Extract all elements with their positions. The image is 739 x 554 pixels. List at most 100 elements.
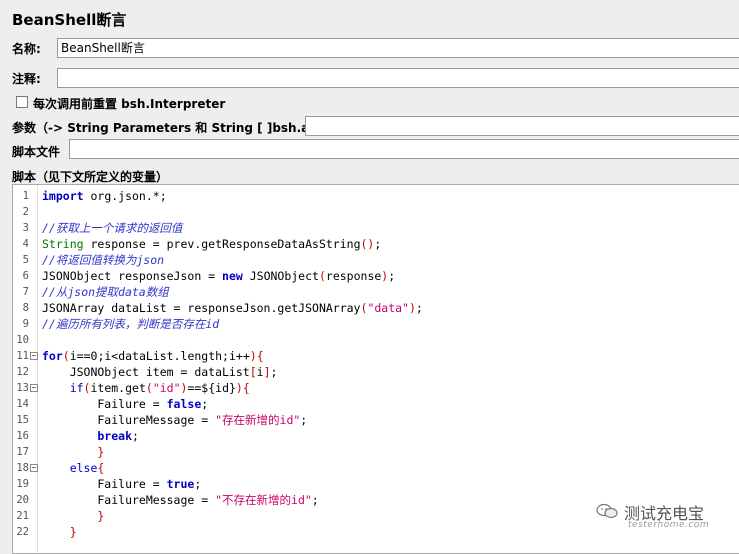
code-token: response [325, 269, 382, 283]
code-token: if [42, 381, 84, 395]
fold-toggle-icon[interactable]: − [30, 352, 38, 360]
code-token: ; [194, 477, 202, 491]
code-token: } [42, 509, 105, 523]
code-token: ; [374, 237, 382, 251]
code-token: FailureMessage = [42, 493, 216, 507]
code-line[interactable]: 10 [13, 332, 739, 348]
code-token: "存在新增的id" [215, 413, 301, 427]
code-text: for(i==0;i<dataList.length;i++){ [42, 348, 264, 364]
params-label: 参数（-> String Parameters 和 String [ ]bsh.… [12, 121, 337, 135]
line-number: 18 [16, 462, 29, 474]
code-token: ( [318, 269, 326, 283]
code-token: ] [263, 365, 271, 379]
code-token: { [242, 381, 250, 395]
line-number: 12 [16, 366, 29, 378]
script-file-input[interactable] [69, 139, 739, 159]
watermark-subtext: testerhome.com [628, 520, 710, 530]
code-line[interactable]: 17 } [13, 444, 739, 460]
code-line[interactable]: 5 //将返回值转换为json [13, 252, 739, 268]
code-line[interactable]: 16 break; [13, 428, 739, 444]
reset-interpreter-label: 每次调用前重置 bsh.Interpreter [33, 97, 226, 111]
code-line[interactable]: 1 import org.json.*; [13, 188, 739, 204]
code-text: FailureMessage = "不存在新增的id"; [42, 492, 319, 508]
code-token: Failure = [42, 477, 167, 491]
script-editor[interactable]: 1 import org.json.*; 2 3 //获取上一个请求的返回值 4 Strin… [12, 184, 739, 554]
code-text: //将返回值转换为json [42, 252, 164, 268]
code-token: [ [249, 365, 257, 379]
code-token: //将返回值转换为json [42, 253, 165, 267]
code-token: for [42, 349, 63, 363]
code-line[interactable]: 14 Failure = false; [13, 396, 739, 412]
code-token: new [222, 269, 243, 283]
code-token: //获取上一个请求的返回值 [42, 221, 183, 235]
line-number: 4 [22, 238, 29, 250]
reset-interpreter-checkbox[interactable] [16, 96, 28, 108]
code-token: ) [235, 381, 243, 395]
line-number: 15 [16, 414, 29, 426]
code-token: } [42, 445, 105, 459]
code-token: ; [300, 413, 308, 427]
code-line[interactable]: 15 FailureMessage = "存在新增的id"; [13, 412, 739, 428]
code-token: true [166, 477, 195, 491]
fold-toggle-icon[interactable]: − [30, 464, 38, 472]
code-token: i [256, 365, 264, 379]
line-number: 22 [16, 526, 29, 538]
code-token: Failure = [42, 397, 167, 411]
code-token: () [360, 237, 375, 251]
code-line[interactable]: 13− if(item.get("id")==${id}){ [13, 380, 739, 396]
code-text: import org.json.*; [42, 188, 167, 204]
code-token: ) [408, 301, 416, 315]
code-text: //遍历所有列表，判断是否存在id [42, 316, 219, 332]
code-line[interactable]: 7 //从json提取data数组 [13, 284, 739, 300]
comment-input[interactable] [57, 68, 739, 88]
code-token: false [166, 397, 202, 411]
code-token: JSONObject item = dataList [42, 365, 250, 379]
code-text: Failure = true; [42, 476, 201, 492]
line-number: 17 [16, 446, 29, 458]
code-line[interactable]: 11− for(i==0;i<dataList.length;i++){ [13, 348, 739, 364]
line-number: 16 [16, 430, 29, 442]
code-token: { [97, 461, 105, 475]
code-line[interactable]: 12 JSONObject item = dataList[i]; [13, 364, 739, 380]
code-token: org.json.*; [83, 189, 167, 203]
code-line[interactable]: 9 //遍历所有列表，判断是否存在id [13, 316, 739, 332]
wechat-icon [596, 503, 618, 519]
params-input[interactable] [305, 116, 739, 136]
page-title: BeanShell断言 [12, 11, 127, 29]
code-token: i== [69, 349, 91, 363]
line-number: 20 [16, 494, 29, 506]
code-line[interactable]: 2 [13, 204, 739, 220]
code-line[interactable]: 4 String response = prev.getResponseDataA… [13, 236, 739, 252]
code-text: } [42, 524, 77, 540]
line-number: 6 [22, 270, 29, 282]
code-line[interactable]: 6 JSONObject responseJson = new JSONObjec… [13, 268, 739, 284]
code-line[interactable]: 3 //获取上一个请求的返回值 [13, 220, 739, 236]
code-text: String response = prev.getResponseDataAs… [42, 236, 381, 252]
line-number: 11 [16, 350, 29, 362]
code-line[interactable]: 19 Failure = true; [13, 476, 739, 492]
script-label: 脚本（见下文所定义的变量） [12, 170, 169, 184]
line-number: 8 [22, 302, 29, 314]
code-token: ; [388, 269, 396, 283]
code-token: ; [415, 301, 423, 315]
code-line[interactable]: 8 JSONArray dataList = responseJson.getJS… [13, 300, 739, 316]
code-token: else [42, 461, 98, 475]
name-input[interactable]: BeanShell断言 [57, 38, 739, 58]
line-number: 9 [22, 318, 29, 330]
line-number: 1 [22, 190, 29, 202]
code-token: ==${id} [187, 381, 236, 395]
code-line[interactable]: 18− else{ [13, 460, 739, 476]
code-token: ; [311, 493, 319, 507]
code-token: "data" [367, 301, 409, 315]
code-token: import [42, 189, 84, 203]
line-number: 10 [16, 334, 29, 346]
code-text: FailureMessage = "存在新增的id"; [42, 412, 307, 428]
code-token: "id" [152, 381, 181, 395]
code-token: { [256, 349, 264, 363]
code-token: ; [132, 429, 139, 443]
comment-label: 注释: [12, 72, 41, 86]
fold-toggle-icon[interactable]: − [30, 384, 38, 392]
code-token: ;i<dataList.length;i++ [97, 349, 250, 363]
code-text: break; [42, 428, 139, 444]
code-token: "不存在新增的id" [215, 493, 312, 507]
